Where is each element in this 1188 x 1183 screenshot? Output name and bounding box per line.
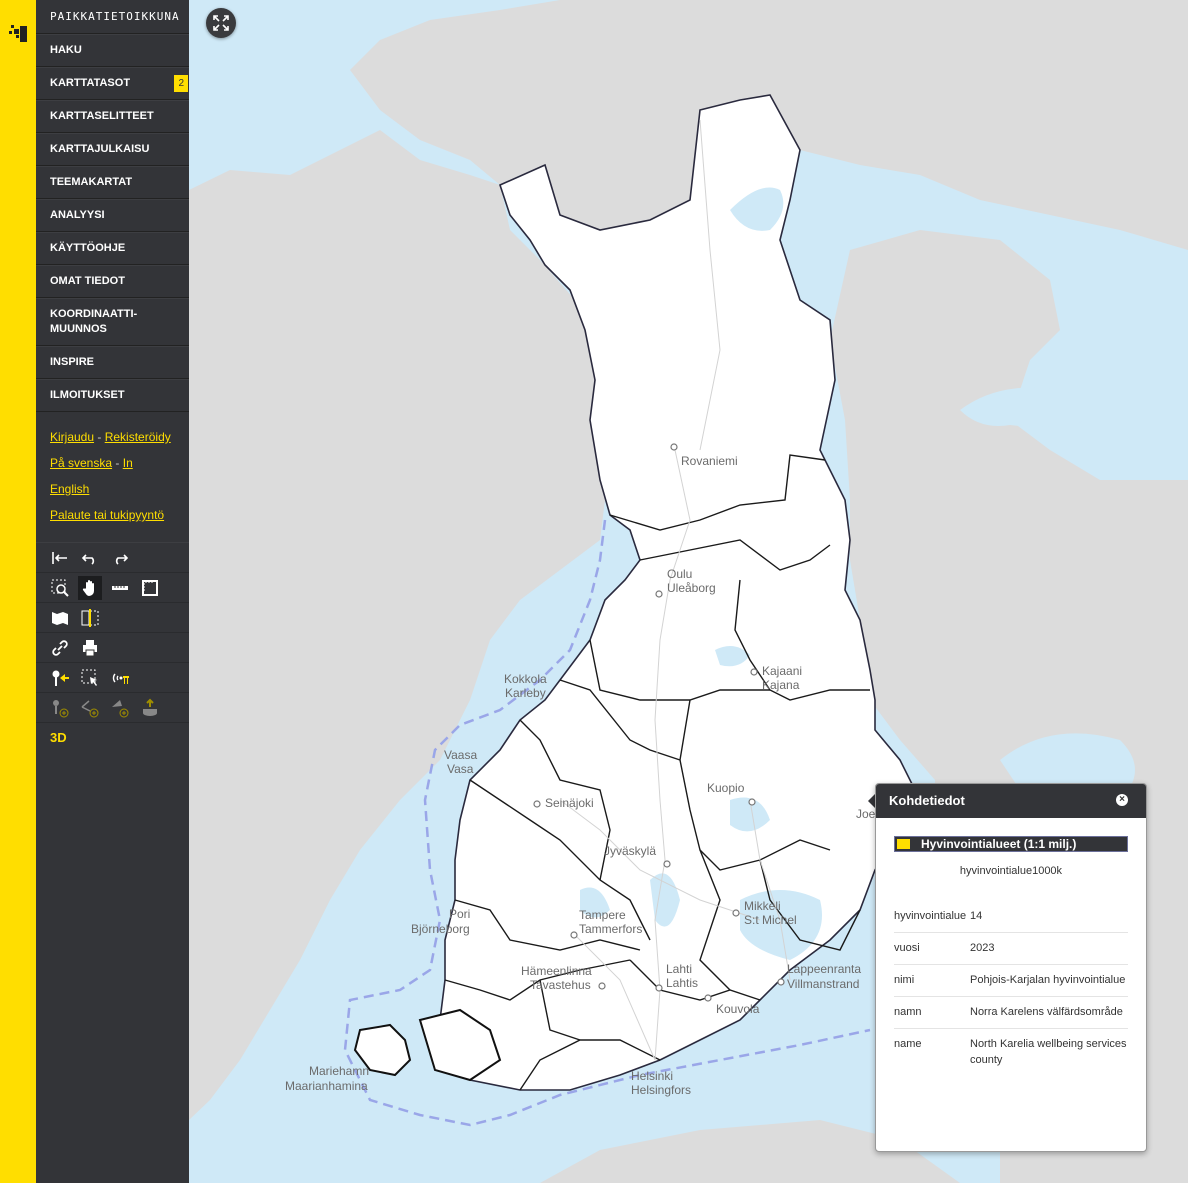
- feedback-link[interactable]: Palaute tai tukipyyntö: [50, 508, 164, 522]
- menu-item-omat-tiedot[interactable]: OMAT TIEDOT: [36, 265, 189, 298]
- city-label-helsinki: Helsinki: [631, 1069, 673, 1083]
- map-book-icon[interactable]: [48, 606, 72, 630]
- menu-item-karttatasot[interactable]: KARTTATASOT 2: [36, 67, 189, 100]
- city-label-bjorneborg: Björneborg: [411, 922, 470, 936]
- city-label-rovaniemi: Rovaniemi: [681, 454, 738, 468]
- expand-icon: [213, 15, 229, 31]
- city-label-karleby: Karleby: [505, 686, 546, 700]
- city-dot-oulu: [655, 590, 663, 598]
- city-dot-tampere: [570, 931, 578, 939]
- layer-count-badge: 2: [174, 75, 188, 92]
- undo-icon[interactable]: [78, 546, 102, 570]
- city-label-maarianhamina: Maarianhamina: [285, 1079, 368, 1093]
- city-label-tammerfors: Tammerfors: [579, 922, 642, 936]
- city-label-lahti: Lahti: [666, 962, 692, 976]
- city-label-jyvaskyla: Jyväskylä: [604, 844, 656, 858]
- fullscreen-button[interactable]: [206, 8, 236, 38]
- city-label-villmanstrand: Villmanstrand: [787, 977, 859, 991]
- city-dot-rovaniemi: [670, 443, 678, 451]
- city-label-vasa: Vasa: [447, 762, 474, 776]
- select-features-icon[interactable]: [78, 666, 102, 690]
- close-icon[interactable]: ×: [1116, 794, 1128, 806]
- city-label-kuopio: Kuopio: [707, 781, 745, 795]
- main-menu: HAKU KARTTATASOT 2 KARTTASELITTEET KARTTA…: [36, 34, 189, 412]
- city-label-oulu: Oulu: [667, 567, 692, 581]
- layer-flag-icon: [897, 839, 910, 849]
- city-dot-lahti: [655, 984, 663, 992]
- app-title: PAIKKATIETOIKKUNA: [36, 0, 189, 34]
- redo-icon[interactable]: [108, 546, 132, 570]
- import-icon: [138, 696, 162, 720]
- city-label-mariehamn: Mariehamn: [309, 1064, 369, 1078]
- popup-header: Kohdetiedot ×: [876, 784, 1146, 818]
- city-dot-jyvaskyla: [663, 860, 671, 868]
- city-label-pori: Pori: [449, 907, 470, 921]
- city-label-tampere: Tampere: [579, 908, 626, 922]
- swedish-link[interactable]: På svenska: [50, 456, 112, 470]
- city-dot-kajaani: [750, 668, 758, 676]
- pan-hand-icon[interactable]: [78, 575, 102, 600]
- reset-view-icon[interactable]: [48, 546, 72, 570]
- place-marker-icon[interactable]: [48, 666, 72, 690]
- split-compare-icon[interactable]: [78, 606, 102, 630]
- menu-item-karttaselitteet[interactable]: KARTTASELITTEET: [36, 100, 189, 133]
- layer-id: hyvinvointialue1000k: [959, 865, 1063, 877]
- menu-item-haku[interactable]: HAKU: [36, 34, 189, 67]
- menu-item-inspire[interactable]: INSPIRE: [36, 346, 189, 379]
- feature-info-popup: Kohdetiedot × Hyvinvointialueet (1:1 mil…: [875, 783, 1147, 1152]
- city-label-vaasa: Vaasa: [444, 748, 477, 762]
- print-icon[interactable]: [78, 636, 102, 660]
- city-dot-mikkeli: [732, 909, 740, 917]
- city-dot-seinajoki: [533, 800, 541, 808]
- sidebar: PAIKKATIETOIKKUNA HAKU KARTTATASOT 2 KART…: [36, 0, 189, 1183]
- city-label-kouvola: Kouvola: [716, 1002, 760, 1016]
- attribute-row: namn Norra Karelens välfärdsområde: [894, 997, 1128, 1029]
- city-label-tavastehus: Tavastehus: [530, 978, 591, 992]
- login-link[interactable]: Kirjaudu: [50, 430, 94, 444]
- layer-title: Hyvinvointialueet (1:1 milj.): [894, 836, 1128, 852]
- city-label-lahtis: Lahtis: [666, 976, 698, 990]
- menu-item-karttajulkaisu[interactable]: KARTTAJULKAISU: [36, 133, 189, 166]
- menu-item-analyysi[interactable]: ANALYYSI: [36, 199, 189, 232]
- city-label-hameenlinna: Hämeenlinna: [521, 964, 592, 978]
- menu-item-kayttoohje[interactable]: KÄYTTÖOHJE: [36, 232, 189, 265]
- attribute-row: vuosi 2023: [894, 933, 1128, 965]
- attribute-table: hyvinvointialue 14 vuosi 2023 nimi Pohjois-…: [894, 901, 1128, 1076]
- city-dot-hameenlinna: [598, 982, 606, 990]
- city-label-seinajoki: Seinäjoki: [545, 796, 594, 810]
- account-links: Kirjaudu - Rekisteröidy På svenska - In …: [50, 430, 171, 522]
- measure-line-icon[interactable]: [108, 576, 132, 600]
- attribute-row: name North Karelia wellbeing services cou…: [894, 1038, 1127, 1066]
- zoom-box-icon[interactable]: [48, 576, 72, 600]
- logo-icon[interactable]: [8, 22, 28, 44]
- city-dot-lappeenranta: [777, 978, 785, 986]
- 3d-view-toggle[interactable]: 3D: [48, 730, 67, 745]
- add-point-icon: [48, 696, 72, 720]
- city-dot-kuopio: [748, 798, 756, 806]
- toolbar: 3D: [36, 542, 189, 752]
- city-label-kokkola: Kokkola: [504, 672, 547, 686]
- city-label-helsingfors: Helsingfors: [631, 1083, 691, 1097]
- popup-title: Kohdetiedot: [889, 793, 965, 808]
- menu-item-ilmoitukset[interactable]: ILMOITUKSET: [36, 379, 189, 412]
- city-label-mikkeli: Mikkeli: [744, 899, 781, 913]
- city-dot-kouvola: [704, 994, 712, 1002]
- add-line-icon: [78, 696, 102, 720]
- menu-item-teemakartat[interactable]: TEEMAKARTAT: [36, 166, 189, 199]
- add-area-icon: [108, 696, 132, 720]
- register-link[interactable]: Rekisteröidy: [105, 430, 171, 444]
- city-label-kajana: Kajana: [762, 678, 800, 692]
- link-icon[interactable]: [48, 636, 72, 660]
- measure-area-icon[interactable]: [138, 576, 162, 600]
- attribute-row: hyvinvointialue 14: [894, 901, 1128, 933]
- city-label-kajaani: Kajaani: [762, 664, 802, 678]
- city-label-uleaborg: Uleåborg: [667, 581, 716, 595]
- city-label-lappeenranta: Lappeenranta: [787, 962, 861, 976]
- menu-item-koordinaattimuunnos[interactable]: KOORDINAATTI- MUUNNOS: [36, 298, 189, 346]
- brand-strip: [0, 0, 36, 1183]
- gps-icon[interactable]: [108, 666, 132, 690]
- attribute-row: nimi Pohjois-Karjalan hyvinvointialue: [894, 965, 1128, 997]
- city-label-st-michel: S:t Michel: [744, 913, 797, 927]
